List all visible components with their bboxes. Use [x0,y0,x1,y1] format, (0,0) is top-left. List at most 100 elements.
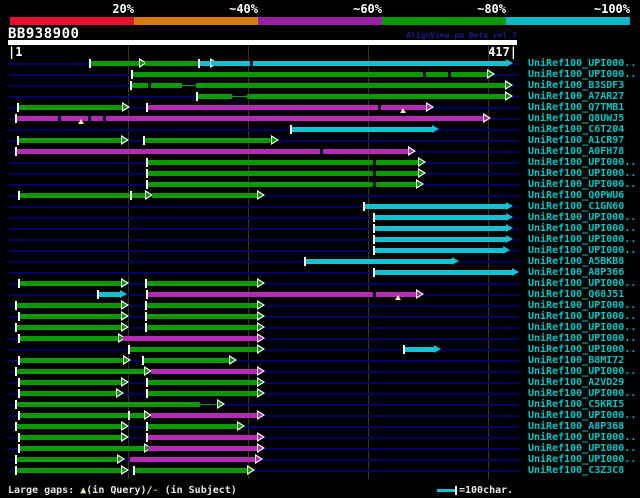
hit-label[interactable]: UniRef100_A8P368 [528,421,624,432]
alignment-segment[interactable] [148,380,258,385]
alignment-segment[interactable] [375,215,506,220]
alignment-segment[interactable] [151,413,258,418]
alignment-segment[interactable] [200,404,218,405]
hit-label[interactable]: UniRef100_UPI000.. [528,179,636,190]
hit-label[interactable]: UniRef100_UPI000.. [528,58,636,69]
alignment-segment[interactable] [306,259,452,264]
alignment-segment[interactable] [375,226,506,231]
alignment-segment[interactable] [148,292,417,297]
hit-label[interactable]: UniRef100_A1CR97 [528,135,624,146]
hit-label[interactable]: UniRef100_B8MI72 [528,355,624,366]
hit-label[interactable]: UniRef100_Q7TMB1 [528,102,624,113]
hit-label[interactable]: UniRef100_A5BKB8 [528,256,624,267]
hit-label[interactable]: UniRef100_Q8UWJ5 [528,113,624,124]
alignment-segment[interactable] [232,96,247,97]
hit-label[interactable]: UniRef100_UPI000.. [528,69,636,80]
alignment-segment[interactable] [135,468,248,473]
hit-label[interactable]: UniRef100_UPI000.. [528,366,636,377]
alignment-segment[interactable] [15,402,200,407]
alignment-segment[interactable] [196,83,506,88]
alignment-segment[interactable] [144,358,230,363]
alignment-segment[interactable] [15,303,122,308]
hit-label[interactable]: UniRef100_UPI000.. [528,311,636,322]
alignment-segment[interactable] [151,369,258,374]
hit-label[interactable]: UniRef100_UPI000.. [528,168,636,179]
hit-label[interactable]: UniRef100_C6T204 [528,124,624,135]
alignment-segment[interactable] [18,193,146,198]
hit-label[interactable]: UniRef100_C1GN60 [528,201,624,212]
alignment-segment[interactable] [18,138,122,143]
hit-label[interactable]: UniRef100_A2VD29 [528,377,624,388]
alignment-segment[interactable] [130,347,258,352]
hit-label[interactable]: UniRef100_B3SDF3 [528,80,624,91]
alignment-segment[interactable] [148,171,419,176]
hit-label[interactable]: UniRef100_Q0PWU6 [528,190,624,201]
alignment-segment[interactable] [18,358,124,363]
hit-label[interactable]: UniRef100_UPI000.. [528,157,636,168]
hit-label[interactable]: UniRef100_UPI000.. [528,223,636,234]
alignment-segment[interactable] [148,182,417,187]
alignment-segment[interactable] [131,83,182,88]
hit-label[interactable]: UniRef100_A8P366 [528,267,624,278]
alignment-segment[interactable] [18,380,122,385]
alignment-segment[interactable] [375,270,512,275]
alignment-segment[interactable] [147,281,258,286]
alignment-segment[interactable] [148,424,238,429]
alignment-segment[interactable] [147,325,258,330]
alignment-segment[interactable] [18,413,145,418]
hit-label[interactable]: UniRef100_UPI000.. [528,344,636,355]
alignment-segment[interactable] [130,457,256,462]
alignment-segment[interactable] [213,61,506,66]
hit-label[interactable]: UniRef100_A0FH78 [528,146,624,157]
hit-label[interactable]: UniRef100_C3Z3C8 [528,465,624,476]
alignment-segment[interactable] [148,435,258,440]
alignment-segment[interactable] [16,116,484,121]
alignment-segment[interactable] [16,149,409,154]
alignment-segment[interactable] [15,424,122,429]
hit-label[interactable]: UniRef100_UPI000.. [528,432,636,443]
hit-label[interactable]: UniRef100_UPI000.. [528,443,636,454]
hit-label[interactable]: UniRef100_UPI000.. [528,454,636,465]
hit-label[interactable]: UniRef100_Q68J51 [528,289,624,300]
hit-label[interactable]: UniRef100_UPI000.. [528,333,636,344]
alignment-segment[interactable] [182,85,196,86]
alignment-segment[interactable] [18,336,119,341]
alignment-segment[interactable] [292,127,432,132]
hit-label[interactable]: UniRef100_UPI000.. [528,212,636,223]
hit-label[interactable]: UniRef100_UPI000.. [528,322,636,333]
alignment-segment[interactable] [90,61,140,66]
alignment-segment[interactable] [18,314,122,319]
hit-label[interactable]: UniRef100_UPI000.. [528,300,636,311]
alignment-segment[interactable] [18,391,117,396]
alignment-segment[interactable] [148,105,427,110]
hit-label[interactable]: UniRef100_A7AR27 [528,91,624,102]
alignment-segment[interactable] [132,72,488,77]
alignment-segment[interactable] [15,325,122,330]
alignment-segment[interactable] [15,369,145,374]
alignment-segment[interactable] [18,105,123,110]
alignment-segment[interactable] [148,391,258,396]
hit-label[interactable]: UniRef100_UPI000.. [528,388,636,399]
alignment-segment[interactable] [375,248,503,253]
alignment-segment[interactable] [123,336,258,341]
alignment-segment[interactable] [15,457,118,462]
hit-label[interactable]: UniRef100_UPI000.. [528,410,636,421]
alignment-segment[interactable] [18,435,122,440]
hit-label[interactable]: UniRef100_UPI000.. [528,278,636,289]
alignment-segment[interactable] [18,281,122,286]
hit-label[interactable]: UniRef100_UPI000.. [528,234,636,245]
hit-label[interactable]: UniRef100_UPI000.. [528,245,636,256]
alignment-segment[interactable] [145,138,272,143]
alignment-segment[interactable] [98,292,120,297]
alignment-segment[interactable] [247,94,506,99]
alignment-segment[interactable] [147,303,258,308]
alignment-segment[interactable] [147,314,258,319]
alignment-segment[interactable] [148,446,258,451]
alignment-segment[interactable] [365,204,506,209]
alignment-segment[interactable] [405,347,434,352]
hit-label[interactable]: UniRef100_C5KRI5 [528,399,624,410]
alignment-segment[interactable] [197,94,232,99]
alignment-segment[interactable] [145,61,198,66]
alignment-segment[interactable] [152,193,258,198]
alignment-segment[interactable] [375,237,506,242]
